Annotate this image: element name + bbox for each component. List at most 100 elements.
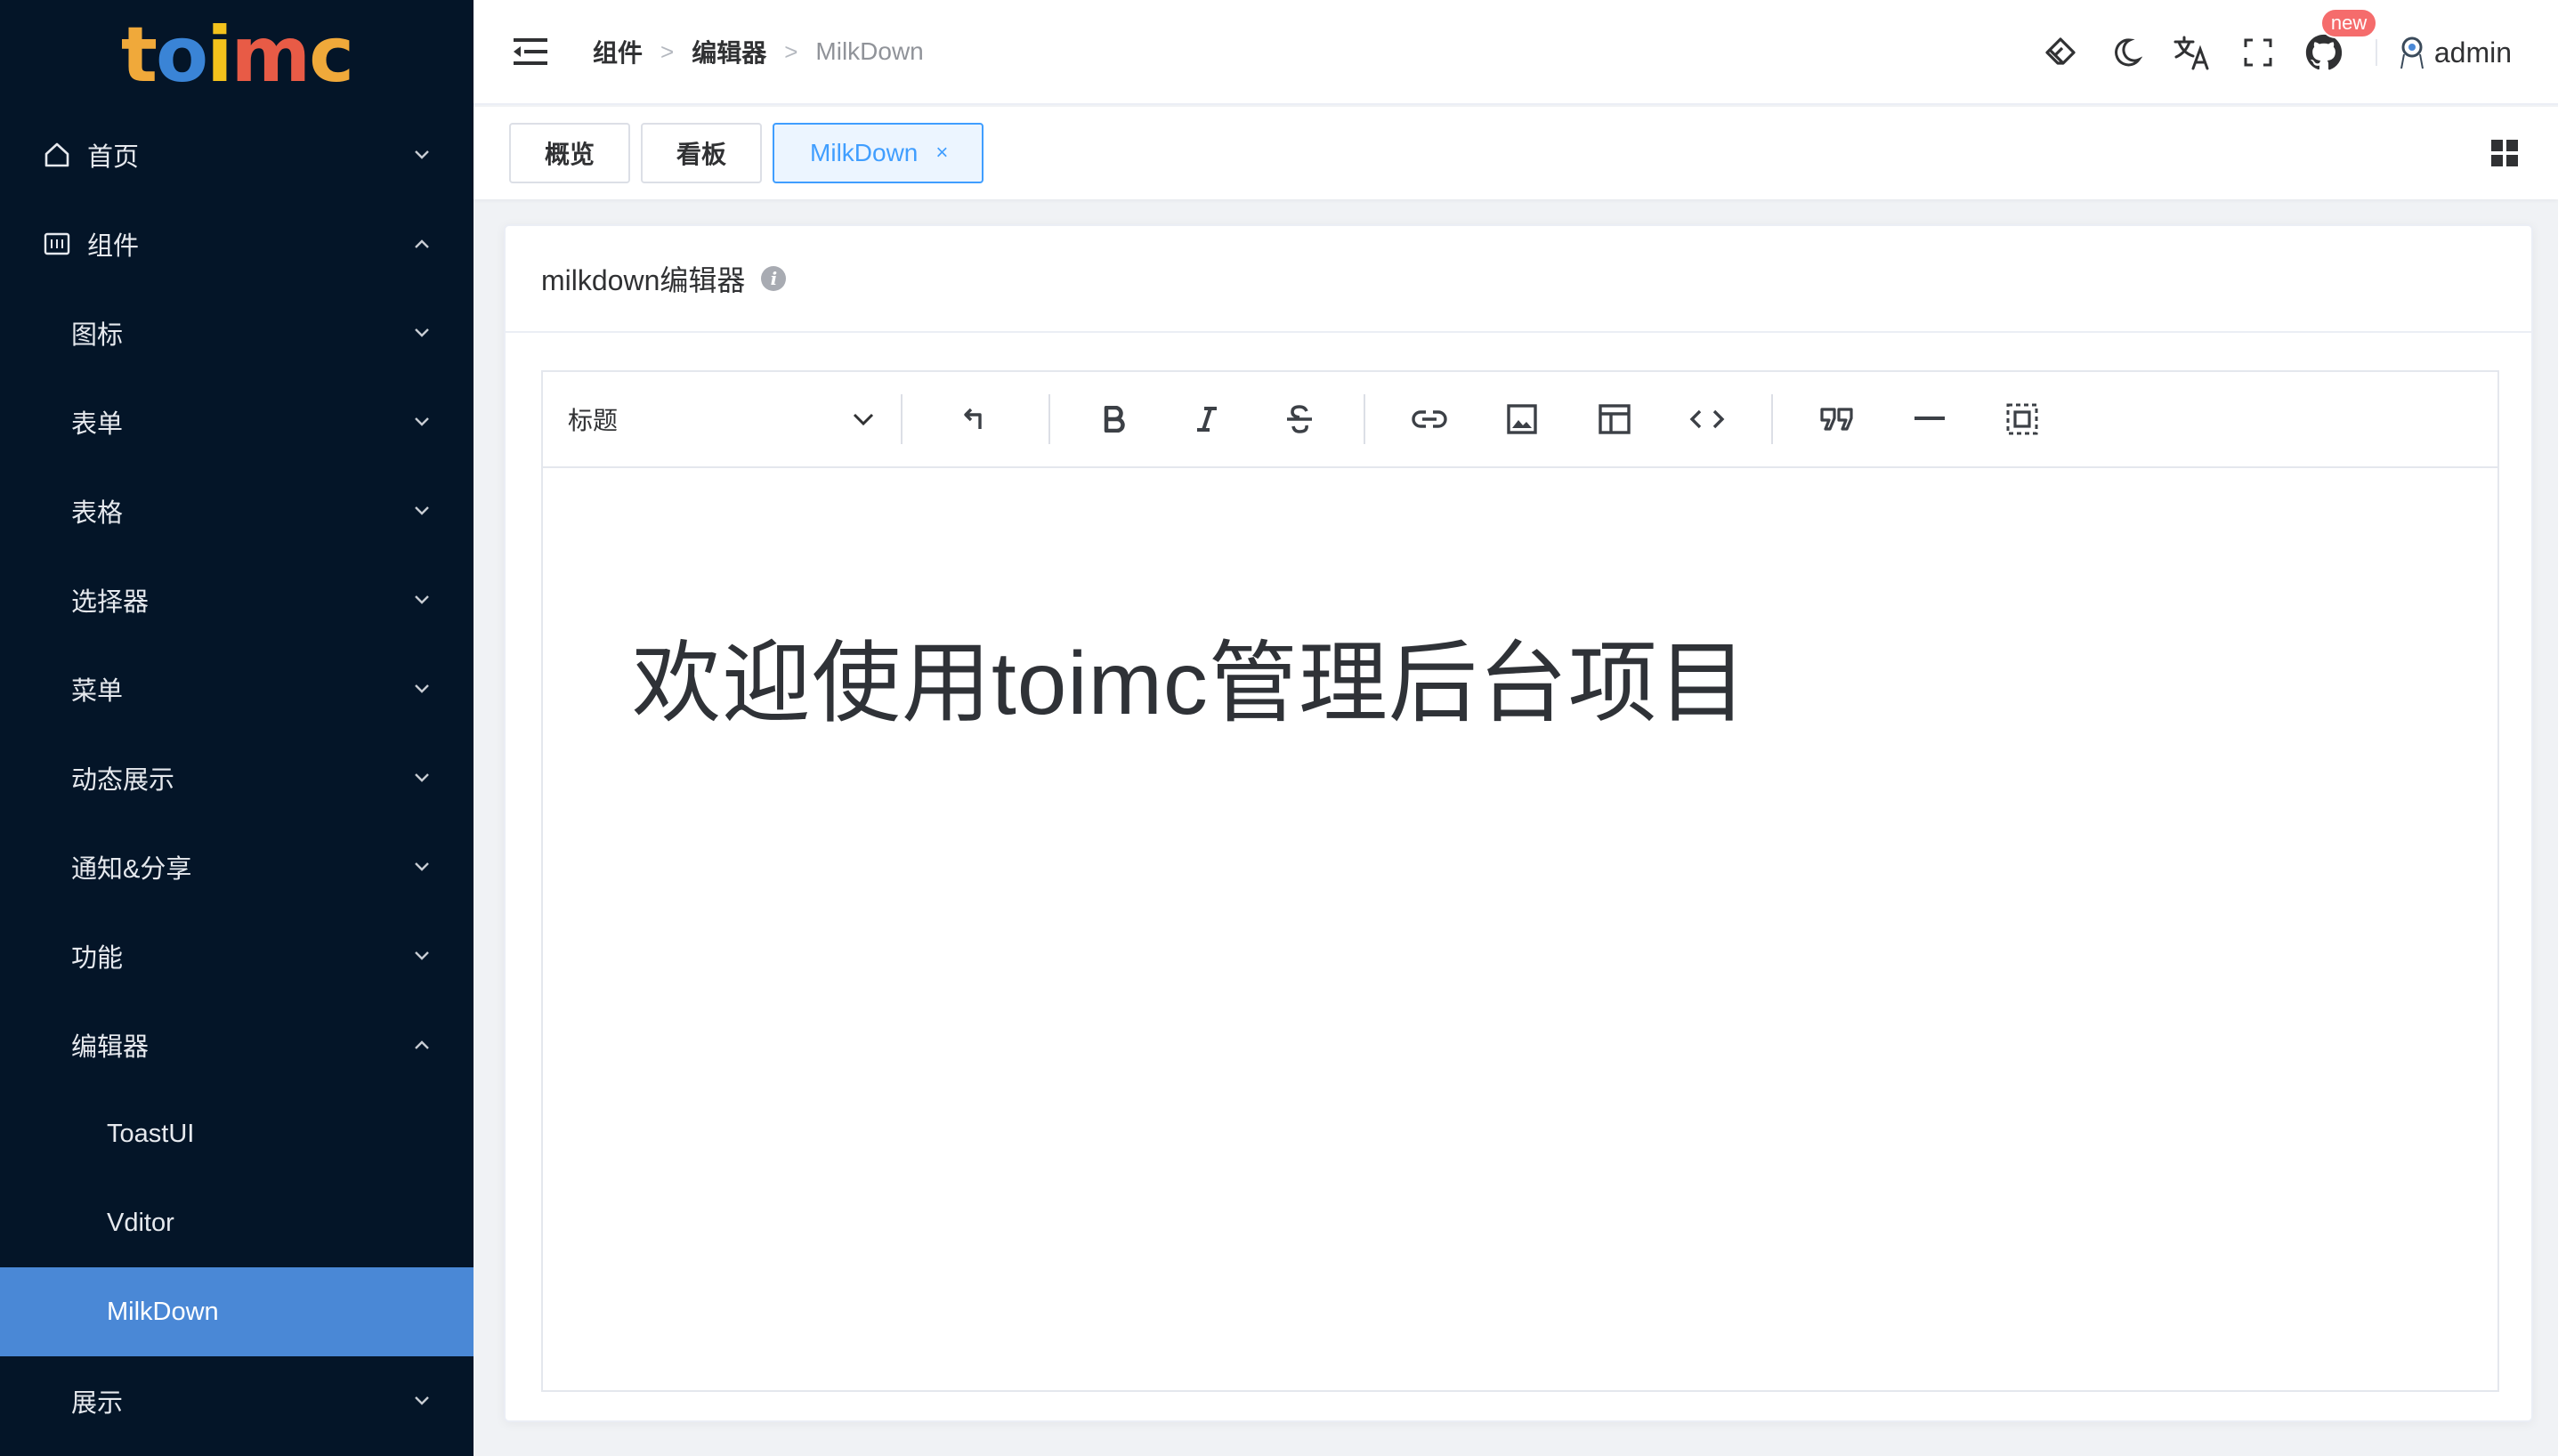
tab-label: 看板 — [676, 141, 727, 168]
user-menu[interactable]: admin — [2399, 35, 2512, 70]
breadcrumb-item[interactable]: 编辑器 — [692, 34, 766, 69]
editor-content[interactable]: 欢迎使用toimc管理后台项目 — [543, 468, 2497, 740]
sidebar-item[interactable]: 选择器 — [0, 555, 474, 644]
chevron-down-icon — [413, 858, 431, 876]
sidebar-item-label: 首页 — [87, 143, 140, 172]
chevron-down-icon — [413, 502, 431, 520]
logo-letter: o — [155, 11, 208, 100]
home-icon — [43, 141, 71, 169]
insert-group — [1365, 372, 1771, 466]
divider — [2375, 39, 2377, 66]
breadcrumb-separator-icon: > — [660, 37, 675, 65]
language-switch-button[interactable] — [2173, 33, 2212, 72]
sidebar-item[interactable]: 表单 — [0, 377, 474, 466]
chevron-down-icon — [413, 1392, 431, 1410]
heading-select-value: 标题 — [568, 407, 619, 434]
italic-button[interactable] — [1161, 372, 1253, 466]
format-group — [1050, 372, 1364, 466]
tab-overview[interactable]: 概览 — [509, 123, 631, 183]
tab-label: MilkDown — [810, 139, 919, 166]
breadcrumb-current: MilkDown — [815, 37, 924, 65]
sidebar-menu: 首页组件图标表单表格选择器菜单 动态展示通知&分享功能 编辑器 ToastUI Vdit… — [0, 110, 474, 1445]
sidebar-item[interactable]: Vditor — [0, 1178, 474, 1267]
sidebar-item-label: 通知&分享 — [71, 855, 192, 884]
top-header: 组件 > 编辑器 > MilkDown new admin — [474, 0, 2558, 105]
breadcrumb: 组件 > 编辑器 > MilkDown — [593, 34, 924, 69]
github-icon — [2305, 34, 2342, 70]
logo-letter: t — [120, 11, 158, 100]
grid-icon — [2491, 140, 2518, 166]
sidebar-item-label: MilkDown — [107, 1297, 219, 1326]
card-title: milkdown编辑器 — [541, 264, 746, 296]
dark-mode-toggle[interactable] — [2107, 33, 2146, 72]
link-button[interactable] — [1383, 372, 1476, 466]
sidebar-item[interactable]: 通知&分享 — [0, 822, 474, 911]
github-link[interactable]: new — [2304, 8, 2378, 72]
logo[interactable]: toimc — [0, 0, 474, 110]
undo-button[interactable] — [929, 372, 1022, 466]
strikethrough-button[interactable] — [1253, 372, 1346, 466]
chevron-down-icon — [853, 413, 874, 426]
code-icon — [1689, 409, 1725, 429]
sidebar-item[interactable]: 表格 — [0, 466, 474, 555]
undo-icon — [964, 408, 982, 429]
sidebar-item-label: Vditor — [107, 1208, 174, 1237]
sidebar-item[interactable]: 图标 — [0, 288, 474, 377]
image-icon — [1507, 404, 1537, 434]
sidebar-item[interactable]: 展示 — [0, 1356, 474, 1445]
breadcrumb-item[interactable]: 组件 — [593, 34, 643, 69]
toolbar-divider — [901, 394, 903, 444]
sidebar-item[interactable]: 功能 — [0, 911, 474, 1000]
content-heading[interactable]: 欢迎使用toimc管理后台项目 — [632, 611, 2497, 740]
select-all-button[interactable] — [1976, 372, 2068, 466]
sidebar-item[interactable]: 组件 — [0, 199, 474, 288]
close-icon[interactable]: × — [935, 141, 948, 166]
chevron-up-icon — [413, 1036, 431, 1054]
info-icon[interactable]: i — [761, 266, 787, 291]
chevron-down-icon — [413, 947, 431, 965]
milkdown-editor: 标题 欢迎使用toimc管理后台项目 — [541, 370, 2499, 1392]
sidebar-item-label: 图标 — [71, 321, 124, 350]
table-icon — [1599, 404, 1631, 434]
chevron-up-icon — [413, 235, 431, 253]
tabs-menu-button[interactable] — [2487, 135, 2522, 171]
sidebar-item[interactable]: 菜单 — [0, 644, 474, 733]
sidebar-item-label: 表单 — [71, 410, 124, 439]
moon-icon — [2114, 38, 2142, 67]
menu-fold-icon — [514, 38, 547, 65]
collapse-menu-button[interactable] — [513, 34, 548, 69]
logo-text: toimc — [120, 11, 354, 100]
translate-icon — [2173, 36, 2209, 70]
fullscreen-button[interactable] — [2238, 33, 2278, 72]
horizontal-rule-icon — [1914, 417, 1945, 420]
chevron-down-icon — [413, 146, 431, 164]
sidebar-item-label: 表格 — [71, 499, 124, 528]
heading-select[interactable]: 标题 — [543, 372, 901, 466]
sidebar-item-label: 选择器 — [71, 588, 150, 617]
bold-button[interactable] — [1068, 372, 1161, 466]
tab-milkdown[interactable]: MilkDown × — [773, 123, 984, 183]
tabs-bar: 概览 看板 MilkDown × — [474, 107, 2558, 199]
sidebar-item[interactable]: 动态展示 — [0, 733, 474, 822]
quote-icon — [1820, 408, 1853, 431]
editor-toolbar: 标题 — [543, 372, 2497, 468]
sidebar-item[interactable]: 首页 — [0, 110, 474, 199]
logo-letter: i — [206, 11, 233, 100]
theme-style-button[interactable] — [2041, 33, 2080, 72]
image-button[interactable] — [1476, 372, 1568, 466]
chevron-down-icon — [413, 324, 431, 342]
username: admin — [2433, 36, 2512, 69]
code-button[interactable] — [1661, 372, 1753, 466]
logo-letter: m — [231, 11, 312, 100]
horizontal-rule-button[interactable] — [1883, 372, 1976, 466]
sidebar-item[interactable]: MilkDown — [0, 1267, 474, 1356]
block-group — [1773, 372, 2086, 466]
sidebar-item[interactable]: 编辑器 — [0, 1000, 474, 1089]
sidebar-item[interactable]: ToastUI — [0, 1089, 474, 1178]
editor-card: milkdown编辑器 i 标题 欢迎使用toimc管理后台项目 — [504, 224, 2533, 1422]
select-all-icon — [2006, 403, 2038, 435]
quote-button[interactable] — [1791, 372, 1883, 466]
tab-dashboard[interactable]: 看板 — [641, 123, 763, 183]
chevron-down-icon — [413, 413, 431, 431]
table-button[interactable] — [1568, 372, 1661, 466]
